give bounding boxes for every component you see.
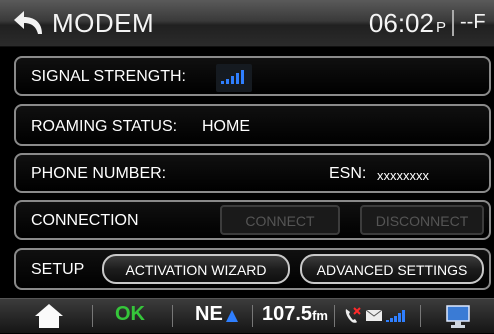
compass-heading: NE [195, 303, 223, 325]
connection-row: CONNECTION CONNECT DISCONNECT [14, 200, 491, 240]
esn-value: xxxxxxxx [377, 168, 429, 183]
frequency-value: 107.5 [262, 303, 313, 325]
activation-wizard-button[interactable]: ACTIVATION WIZARD [102, 254, 290, 284]
home-button[interactable] [34, 303, 64, 329]
signal-bar-1 [221, 81, 224, 84]
page-title: MODEM [52, 8, 155, 38]
display-icon [446, 305, 470, 328]
signal-strength-row: SIGNAL STRENGTH: [14, 56, 491, 96]
display-button[interactable] [446, 305, 470, 329]
signal-bar-4 [236, 73, 239, 84]
advanced-settings-button[interactable]: ADVANCED SETTINGS [300, 254, 484, 284]
status-divider [252, 305, 253, 327]
home-icon [35, 304, 63, 328]
connect-button[interactable]: CONNECT [220, 205, 340, 235]
phone-number-row: PHONE NUMBER: ESN: xxxxxxxx [14, 153, 491, 193]
status-divider [420, 305, 421, 327]
compass-arrow-icon [226, 310, 238, 322]
clock-ampm: P [435, 19, 446, 36]
phone-missed-icon [345, 307, 361, 323]
clock: 06:02 P [369, 8, 446, 43]
roaming-status-row: ROAMING STATUS: HOME [14, 104, 491, 146]
signal-strength-icon [216, 64, 252, 92]
radio-frequency: 107.5fm [262, 303, 328, 326]
outside-temperature: --F [460, 11, 486, 33]
signal-bar-2 [226, 79, 229, 84]
back-arrow-icon [14, 11, 42, 34]
frequency-band: fm [312, 308, 328, 323]
signal-bar-3 [231, 76, 234, 84]
setup-row: SETUP ACTIVATION WIZARD ADVANCED SETTING… [14, 248, 491, 290]
ok-status: OK [115, 303, 145, 325]
clock-time: 06:02 [368, 8, 434, 38]
header-divider [452, 10, 454, 36]
status-bar: OK NE 107.5fm [0, 298, 494, 333]
mail-icon [366, 310, 382, 321]
esn-label: ESN: [329, 165, 367, 182]
status-divider [92, 305, 93, 327]
signal-bars-icon [386, 310, 405, 322]
disconnect-button[interactable]: DISCONNECT [360, 205, 484, 235]
status-divider [334, 305, 335, 327]
status-divider [172, 305, 173, 327]
roaming-status-value: HOME [202, 118, 250, 135]
connection-label: CONNECTION [31, 212, 139, 229]
signal-strength-label: SIGNAL STRENGTH: [31, 68, 186, 85]
phone-number-label: PHONE NUMBER: [31, 165, 167, 182]
roaming-status-label: ROAMING STATUS: [31, 118, 178, 135]
back-button[interactable] [12, 8, 46, 38]
header-bar: MODEM 06:02 P --F [0, 0, 494, 47]
signal-bar-5 [241, 70, 244, 84]
setup-label: SETUP [31, 261, 85, 278]
